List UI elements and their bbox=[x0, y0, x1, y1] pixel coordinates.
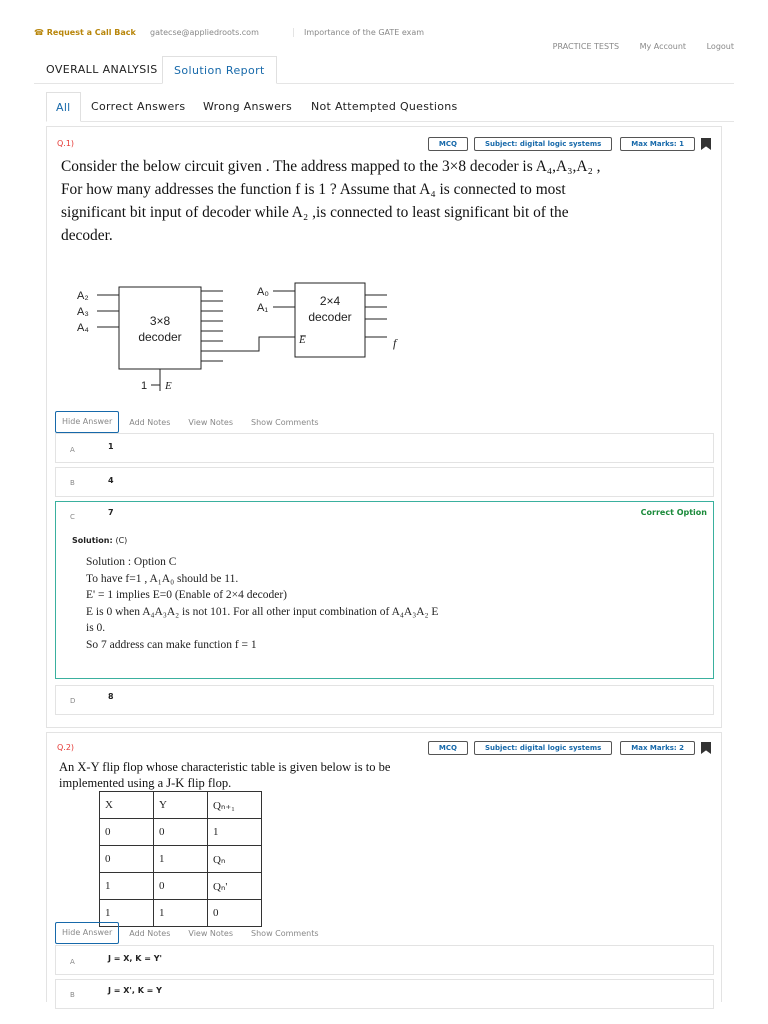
add-notes-link[interactable]: Add Notes bbox=[129, 418, 170, 427]
option-a[interactable]: A J = X, K = Y' bbox=[55, 945, 714, 975]
answer-actions: Hide Answer Add Notes View Notes Show Co… bbox=[55, 922, 337, 944]
solution-title: Solution: (C) bbox=[72, 536, 128, 545]
email-link[interactable]: gatecse@appliedroots.com bbox=[150, 28, 259, 37]
hide-answer-button[interactable]: Hide Answer bbox=[55, 922, 120, 944]
nav-logout[interactable]: Logout bbox=[707, 42, 734, 51]
option-b[interactable]: B J = X', K = Y bbox=[55, 979, 714, 1009]
view-notes-link[interactable]: View Notes bbox=[188, 929, 233, 938]
view-notes-link[interactable]: View Notes bbox=[188, 418, 233, 427]
show-comments-link[interactable]: Show Comments bbox=[251, 418, 319, 427]
subject-badge: Subject: digital logic systems bbox=[473, 137, 613, 151]
tab-overall-analysis[interactable]: OVERALL ANALYSIS bbox=[46, 56, 158, 84]
call-back-link[interactable]: ☎ Request a Call Back bbox=[34, 28, 136, 37]
question-card-2: Q.2) MCQ Subject: digital logic systems … bbox=[46, 732, 722, 1009]
characteristic-table: X Y Qₙ₊₁ 001 0 1 Qₙ 1 0 Qₙ' 110 bbox=[99, 791, 262, 927]
decoder-3x8-box bbox=[118, 286, 202, 370]
filter-all[interactable]: All bbox=[46, 92, 81, 122]
option-a[interactable]: A 1 bbox=[55, 433, 714, 463]
label-decoder-2: decoder bbox=[308, 310, 351, 324]
phone-icon: ☎ bbox=[34, 28, 44, 37]
nav-my-account[interactable]: My Account bbox=[640, 42, 686, 51]
marks-badge: Max Marks: 1 bbox=[620, 137, 695, 151]
type-badge: MCQ bbox=[427, 741, 468, 755]
option-b[interactable]: B 4 bbox=[55, 467, 714, 497]
label-a1: A₁ bbox=[257, 302, 268, 314]
filter-not-attempted[interactable]: Not Attempted Questions bbox=[311, 92, 458, 122]
label-a3: A₃ bbox=[77, 306, 89, 318]
label-enable-value: 1 bbox=[141, 380, 147, 392]
label-a0: A₀ bbox=[257, 286, 269, 298]
question-text: An X-Y flip flop whose characteristic ta… bbox=[59, 760, 391, 790]
label-a2: A₂ bbox=[77, 290, 89, 302]
nav-practice-tests[interactable]: PRACTICE TESTS bbox=[553, 42, 619, 51]
label-enable-bar: E̅ bbox=[298, 334, 306, 346]
filter-correct[interactable]: Correct Answers bbox=[91, 92, 185, 122]
question-number: Q.2) bbox=[57, 743, 75, 752]
question-badges: MCQ Subject: digital logic systems Max M… bbox=[427, 741, 711, 755]
answer-actions: Hide Answer Add Notes View Notes Show Co… bbox=[55, 411, 337, 433]
type-badge: MCQ bbox=[427, 137, 468, 151]
tab-solution-report[interactable]: Solution Report bbox=[162, 56, 277, 84]
label-decoder-1: decoder bbox=[138, 330, 181, 344]
marks-badge: Max Marks: 2 bbox=[620, 741, 695, 755]
label-f: f bbox=[393, 336, 398, 350]
gate-info-link[interactable]: Importance of the GATE exam bbox=[293, 28, 424, 37]
option-d[interactable]: D 8 bbox=[55, 685, 714, 715]
label-enable: E bbox=[164, 380, 172, 392]
top-nav: PRACTICE TESTS My Account Logout bbox=[535, 42, 734, 51]
correct-option-label: Correct Option bbox=[640, 508, 707, 517]
label-a4: A₄ bbox=[77, 322, 89, 334]
label-3x8: 3×8 bbox=[150, 314, 171, 328]
option-c[interactable]: C 7 Correct Option Solution: (C) Solutio… bbox=[55, 501, 714, 679]
label-2x4: 2×4 bbox=[320, 294, 341, 308]
top-bar: ☎ Request a Call Back gatecse@appliedroo… bbox=[34, 28, 734, 40]
filter-wrong[interactable]: Wrong Answers bbox=[203, 92, 292, 122]
add-notes-link[interactable]: Add Notes bbox=[129, 929, 170, 938]
circuit-diagram: A₂ A₃ A₄ 3×8 decoder 1 E A₀ A₁ 2×4 decod… bbox=[77, 282, 398, 392]
question-card-1: Q.1) MCQ Subject: digital logic systems … bbox=[46, 126, 722, 728]
filter-tabs: All Correct Answers Wrong Answers Not At… bbox=[46, 92, 734, 122]
bookmark-icon[interactable] bbox=[701, 742, 711, 754]
subject-badge: Subject: digital logic systems bbox=[473, 741, 613, 755]
show-comments-link[interactable]: Show Comments bbox=[251, 929, 319, 938]
solution-body: Solution : Option C To have f=1 , A₁A₀ s… bbox=[86, 556, 439, 651]
question-number: Q.1) bbox=[57, 139, 75, 148]
hide-answer-button[interactable]: Hide Answer bbox=[55, 411, 120, 433]
bookmark-icon[interactable] bbox=[701, 138, 711, 150]
main-tabs: OVERALL ANALYSIS Solution Report bbox=[34, 56, 734, 84]
question-text: Consider the below circuit given . The a… bbox=[61, 158, 601, 244]
question-badges: MCQ Subject: digital logic systems Max M… bbox=[427, 137, 711, 151]
